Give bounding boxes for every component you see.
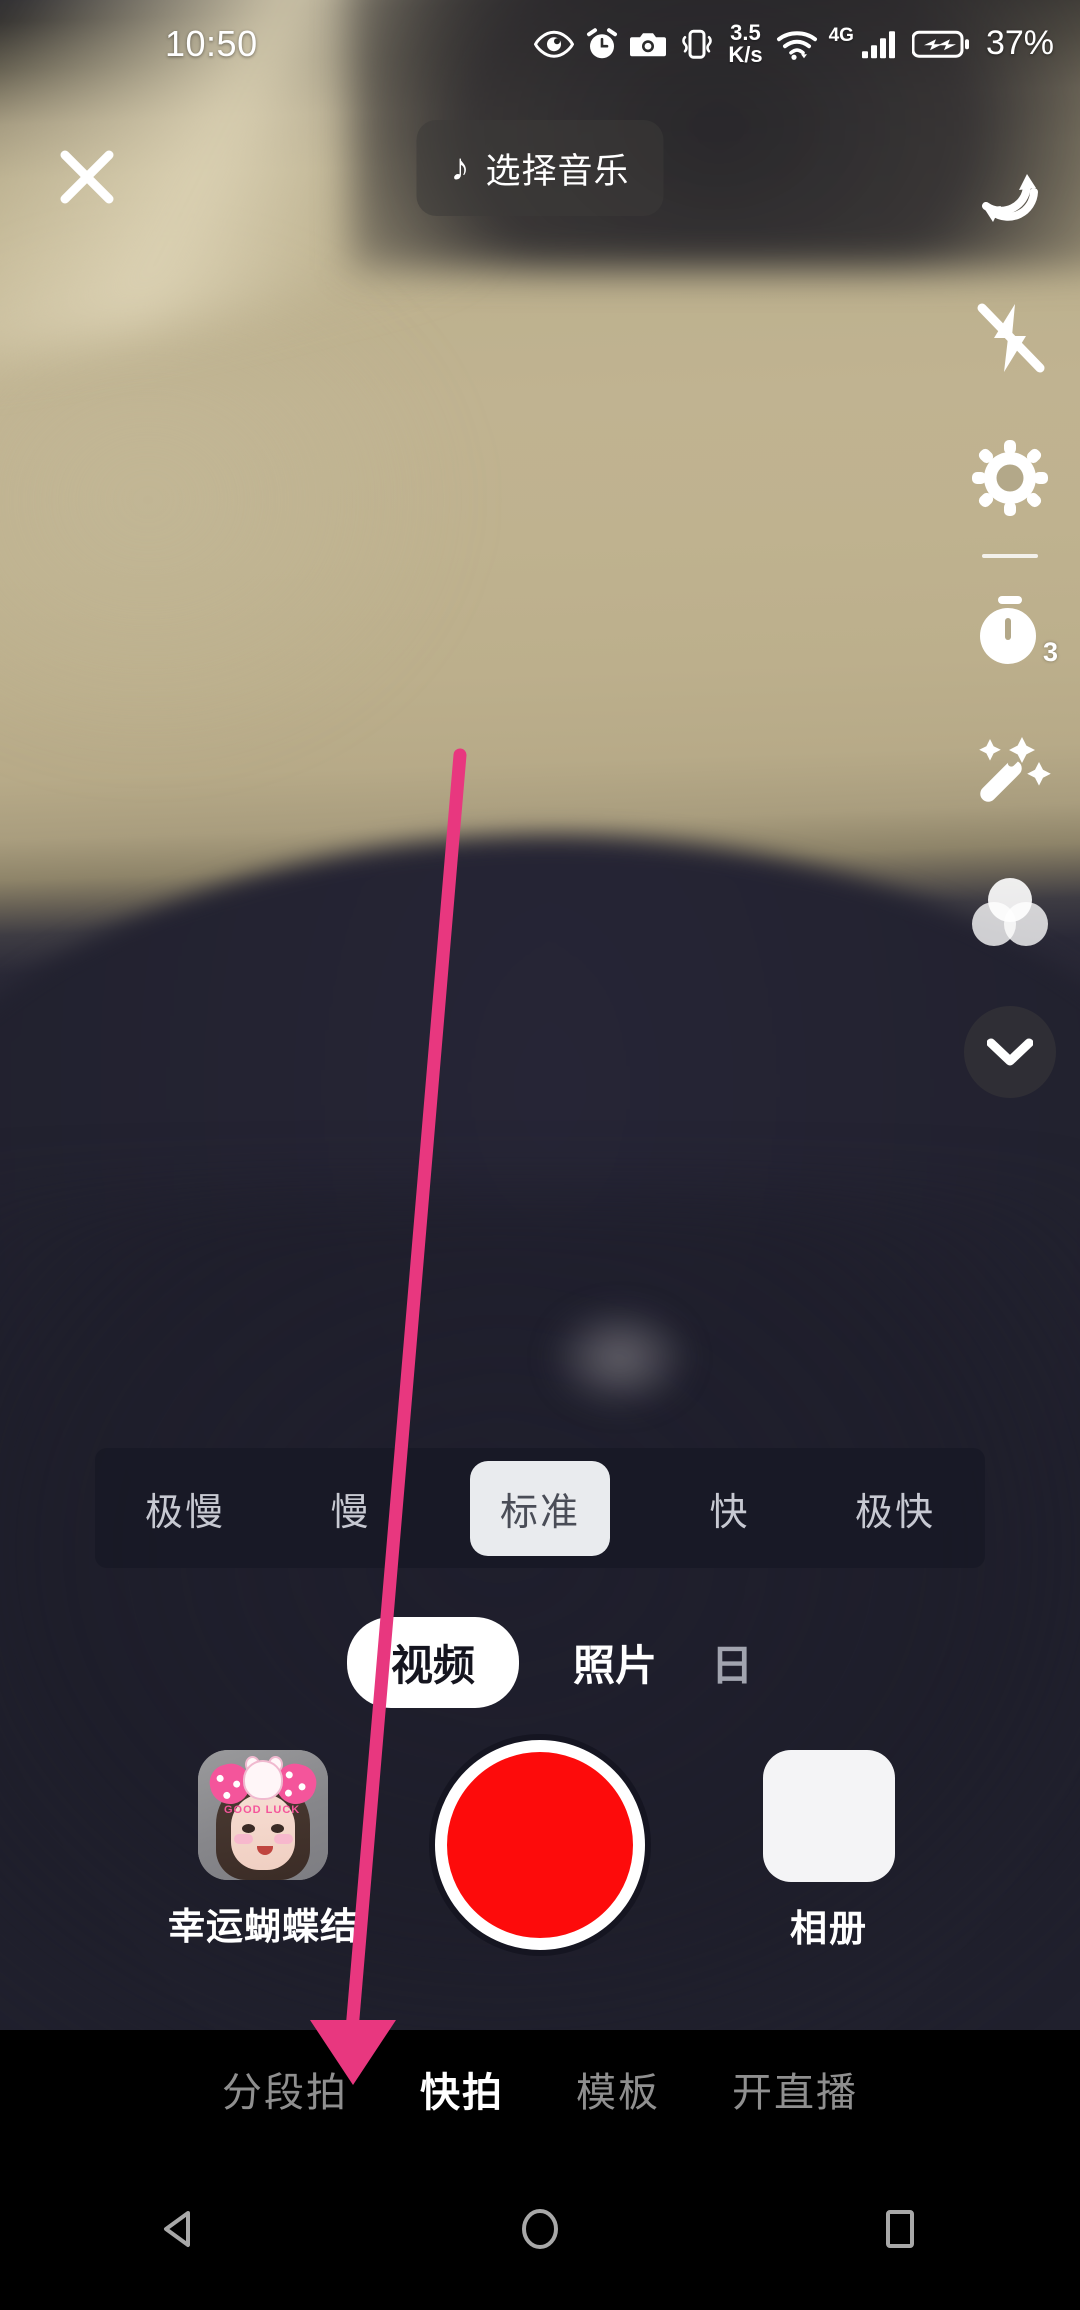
tab-video[interactable]: 视频: [346, 1616, 519, 1708]
select-music-button[interactable]: ♪ 选择音乐: [416, 120, 664, 216]
network-speed: 3.5 K/s: [728, 22, 762, 66]
mobile-network-label: 4G: [828, 25, 854, 47]
timer-icon: [980, 596, 1036, 664]
camera-icon: [630, 33, 667, 56]
effect-thumb-bow: GOOD LUCK: [206, 1756, 320, 1816]
effect-button[interactable]: GOOD LUCK 幸运蝴蝶结: [138, 1750, 388, 1950]
album-button[interactable]: 相册: [714, 1750, 944, 1952]
shoot-mode-template[interactable]: 模板: [576, 2060, 660, 2118]
capture-mode-tabs: 视频 照片 日: [0, 1610, 1080, 1714]
album-label: 相册: [790, 1908, 868, 1949]
filters-button[interactable]: [940, 842, 1080, 982]
android-back-button[interactable]: [80, 2169, 280, 2289]
chevron-down-icon: [987, 1038, 1033, 1066]
flip-camera-icon: [982, 174, 1038, 222]
effect-thumb-eye-right: [271, 1824, 284, 1833]
android-recents-button[interactable]: [800, 2169, 1000, 2289]
flash-toggle-button[interactable]: [940, 268, 1080, 408]
beauty-wand-icon: [979, 737, 1051, 802]
select-music-label: 选择音乐: [485, 151, 630, 191]
speed-option-very-fast[interactable]: 极快: [849, 1481, 941, 1536]
viewfinder-pale-spot: [555, 1310, 685, 1405]
signal-bars-icon: [861, 31, 895, 58]
back-triangle-icon: [164, 2211, 190, 2247]
network-speed-unit: K/s: [728, 42, 763, 67]
close-icon: [60, 150, 114, 204]
record-button[interactable]: [435, 1740, 645, 1950]
shoot-mode-segment[interactable]: 分段拍: [222, 2060, 348, 2118]
camera-bottom-panel: 极慢 慢 标准 快 极快 视频 照片 日 GOOD LUCK 幸运蝴蝶结 相册: [0, 1448, 1080, 2030]
alarm-icon: [587, 28, 618, 58]
shoot-mode-quick[interactable]: 快拍: [420, 2060, 504, 2118]
effect-thumb-cheek-right: [274, 1834, 293, 1844]
battery-charging-icon: [911, 30, 969, 58]
close-button[interactable]: [42, 132, 132, 222]
camera-settings-button[interactable]: [940, 408, 1080, 548]
shoot-mode-live[interactable]: 开直播: [732, 2060, 858, 2118]
effect-thumb-eye-left: [242, 1824, 255, 1833]
collapse-rail-circle[interactable]: [964, 1006, 1056, 1098]
rail-divider: [982, 554, 1038, 558]
settings-gear-icon: [972, 440, 1048, 516]
effect-thumbnail[interactable]: GOOD LUCK: [198, 1750, 328, 1880]
shoot-mode-nav: 分段拍 快拍 模板 开直播: [0, 2030, 1080, 2148]
network-speed-value: 3.5: [730, 20, 761, 46]
bow-center-bunny: [243, 1760, 283, 1800]
capture-controls-row: GOOD LUCK 幸运蝴蝶结 相册: [0, 1740, 1080, 2030]
android-navigation-bar: [0, 2148, 1080, 2310]
status-icons: 3.5 K/s 4G 37%: [534, 22, 1054, 66]
effect-thumb-cheek-left: [234, 1834, 253, 1844]
collapse-rail-button[interactable]: [940, 982, 1080, 1122]
vibrate-icon: [682, 29, 713, 59]
speed-option-standard[interactable]: 标准: [469, 1460, 610, 1556]
effect-label: 幸运蝴蝶结: [168, 1906, 358, 1947]
home-circle-icon: [522, 2209, 558, 2249]
flip-camera-button[interactable]: [940, 128, 1080, 268]
album-thumbnail[interactable]: [763, 1750, 895, 1882]
music-note-icon: ♪: [450, 147, 470, 189]
status-time: 10:50: [165, 23, 258, 64]
bow-text: GOOD LUCK: [224, 1804, 301, 1816]
battery-percent: 37%: [985, 24, 1054, 63]
tab-daily[interactable]: 日: [711, 1632, 753, 1693]
speed-option-slow[interactable]: 慢: [324, 1481, 376, 1536]
filters-icon: [972, 878, 1048, 946]
timer-button[interactable]: 3: [940, 562, 1080, 702]
speed-option-fast[interactable]: 快: [703, 1481, 755, 1536]
beauty-button[interactable]: [940, 702, 1080, 842]
eye-comfort-icon: [534, 30, 575, 58]
android-home-button[interactable]: [440, 2169, 640, 2289]
timer-badge: 3: [1042, 637, 1058, 667]
phone-screen: 10:50 3.5 K/s 4G 37% ♪ 选择音乐 3 极慢 慢 标准 快 …: [0, 0, 1080, 2310]
flash-off-icon: [977, 303, 1045, 373]
camera-tool-rail: 3: [940, 128, 1080, 1122]
speed-selector[interactable]: 极慢 慢 标准 快 极快: [95, 1448, 985, 1568]
wifi-icon: [776, 31, 817, 60]
speed-option-very-slow[interactable]: 极慢: [139, 1481, 231, 1536]
tab-photo[interactable]: 照片: [573, 1632, 657, 1693]
status-bar: 10:50 3.5 K/s 4G 37%: [0, 0, 1080, 90]
recents-square-icon: [886, 2210, 914, 2248]
